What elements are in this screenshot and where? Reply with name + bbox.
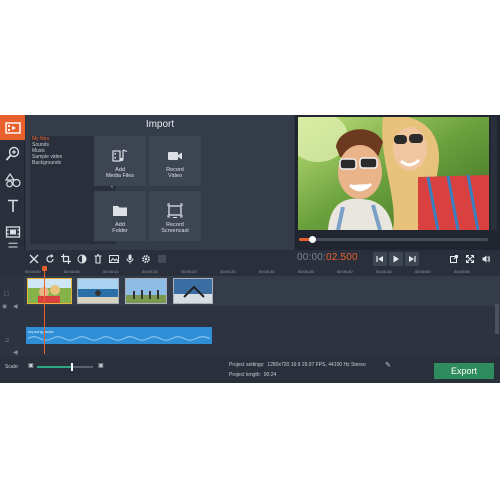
image-icon[interactable] — [107, 252, 121, 266]
timeline-ruler[interactable]: 00:00:00 00:00:05 00:00:10 00:00:15 00:0… — [0, 268, 500, 276]
video-clip[interactable] — [125, 278, 167, 304]
video-track-icon: □ — [4, 291, 9, 298]
preview-image — [298, 117, 489, 230]
screencast-icon — [167, 203, 183, 218]
audio-mute-icon[interactable]: ◀ — [13, 349, 18, 356]
filters-icon[interactable] — [0, 141, 25, 166]
record-screencast-label-2: Screencast — [161, 228, 189, 234]
scale-slider-handle[interactable] — [71, 363, 73, 371]
preview-scrollbar[interactable] — [491, 117, 497, 230]
import-panel: Import My files Sounds Music Sample vide… — [26, 115, 294, 250]
scale-label: Scale: — [5, 364, 19, 370]
add-media-files-button[interactable]: Add Media Files — [94, 136, 146, 186]
cut-icon[interactable] — [27, 252, 41, 266]
zoom-out-icon[interactable]: ▣ — [28, 362, 34, 369]
skip-back-icon[interactable] — [373, 252, 387, 266]
fullscreen-icon[interactable] — [463, 252, 477, 266]
scale-slider-fill — [37, 366, 71, 368]
record-video-button[interactable]: Record Video — [149, 136, 201, 186]
status-bar: Scale: ▣ ▣ Project settings: 1280x720 16… — [0, 356, 500, 383]
volume-icon[interactable] — [479, 252, 493, 266]
playback-progress[interactable] — [299, 236, 488, 243]
eye-icon[interactable]: ◉ — [2, 303, 7, 310]
play-icon[interactable] — [389, 252, 403, 266]
export-button[interactable]: Export — [434, 363, 494, 379]
video-clip[interactable] — [173, 278, 213, 304]
record-screencast-button[interactable]: Record Screencast — [149, 191, 201, 241]
settings-icon[interactable] — [139, 252, 153, 266]
ruler-tick: 00:00:15 — [142, 269, 158, 274]
audio-clip[interactable]: my.song.audio — [26, 327, 212, 344]
video-clip[interactable] — [27, 278, 72, 304]
timeline-scrollbar[interactable] — [495, 304, 499, 334]
ruler-tick: 00:00:30 — [259, 269, 275, 274]
detach-icon[interactable] — [447, 252, 461, 266]
add-media-files-label-2: Media Files — [105, 173, 135, 179]
pencil-icon[interactable]: ✎ — [385, 361, 391, 369]
edit-toolbar — [26, 250, 294, 268]
video-clip[interactable] — [77, 278, 119, 304]
time-display: 00:00:02.500 — [297, 252, 358, 263]
toolbar-left-spacer — [0, 250, 26, 268]
ruler-tick: 00:00:10 — [103, 269, 119, 274]
project-length-value: 00:24 — [263, 372, 277, 378]
folder-icon — [113, 206, 127, 216]
equalizer-icon[interactable] — [155, 252, 169, 266]
crop-icon[interactable] — [59, 252, 73, 266]
ruler-tick: 00:00:25 — [220, 269, 236, 274]
ruler-tick: 00:00:45 — [376, 269, 392, 274]
player-controls: 00:00:02.500 — [295, 250, 500, 268]
add-folder-label-2: Folder — [112, 228, 128, 234]
import-icon[interactable] — [0, 115, 25, 140]
ruler-tick: 00:00:05 — [64, 269, 80, 274]
delete-icon[interactable] — [91, 252, 105, 266]
zoom-in-icon[interactable]: ▣ — [98, 362, 104, 369]
color-icon[interactable] — [75, 252, 89, 266]
music-icon: ♫ — [4, 337, 10, 344]
ruler-tick: 00:00:20 — [181, 269, 197, 274]
preview-panel — [295, 115, 500, 250]
ruler-tick: 00:00:35 — [298, 269, 314, 274]
ruler-tick: 00:00:00 — [25, 269, 41, 274]
video-track — [24, 276, 500, 306]
time-prefix: 00:00: — [297, 252, 327, 263]
video-editor-window: Import My files Sounds Music Sample vide… — [0, 115, 500, 383]
skip-forward-icon[interactable] — [405, 252, 419, 266]
project-length-label: Project length: — [229, 372, 261, 378]
project-length: Project length: 00:24 — [229, 372, 276, 378]
scale-slider[interactable] — [37, 363, 93, 371]
add-folder-button[interactable]: Add Folder — [94, 191, 146, 241]
playhead[interactable] — [44, 266, 45, 354]
track-volume-icon[interactable]: ◀ — [13, 303, 18, 310]
ruler-tick: 00:00:50 — [415, 269, 431, 274]
audio-track: my.song.audio — [24, 324, 500, 349]
project-settings: Project settings: 1280x720 16:9 29.97 FP… — [229, 362, 366, 368]
shapes-icon[interactable] — [0, 167, 25, 192]
audio-icon[interactable] — [123, 252, 137, 266]
camera-icon — [168, 152, 182, 160]
ruler-tick: 00:00:55 — [454, 269, 470, 274]
project-settings-value: 1280x720 16:9 29.97 FPS, 44100 Hz Stereo — [267, 362, 366, 368]
audio-clip-label: my.song.audio — [28, 329, 54, 334]
import-title: Import — [145, 119, 175, 130]
record-video-label-2: Video — [168, 173, 182, 179]
rotate-icon[interactable] — [43, 252, 57, 266]
time-value: 02.500 — [326, 252, 358, 263]
tool-sidebar — [0, 115, 25, 250]
titles-icon[interactable] — [0, 193, 25, 218]
ruler-tick: 00:00:40 — [337, 269, 353, 274]
project-settings-label: Project settings: — [229, 362, 265, 368]
progress-handle[interactable] — [309, 236, 316, 243]
media-files-icon — [112, 149, 128, 162]
